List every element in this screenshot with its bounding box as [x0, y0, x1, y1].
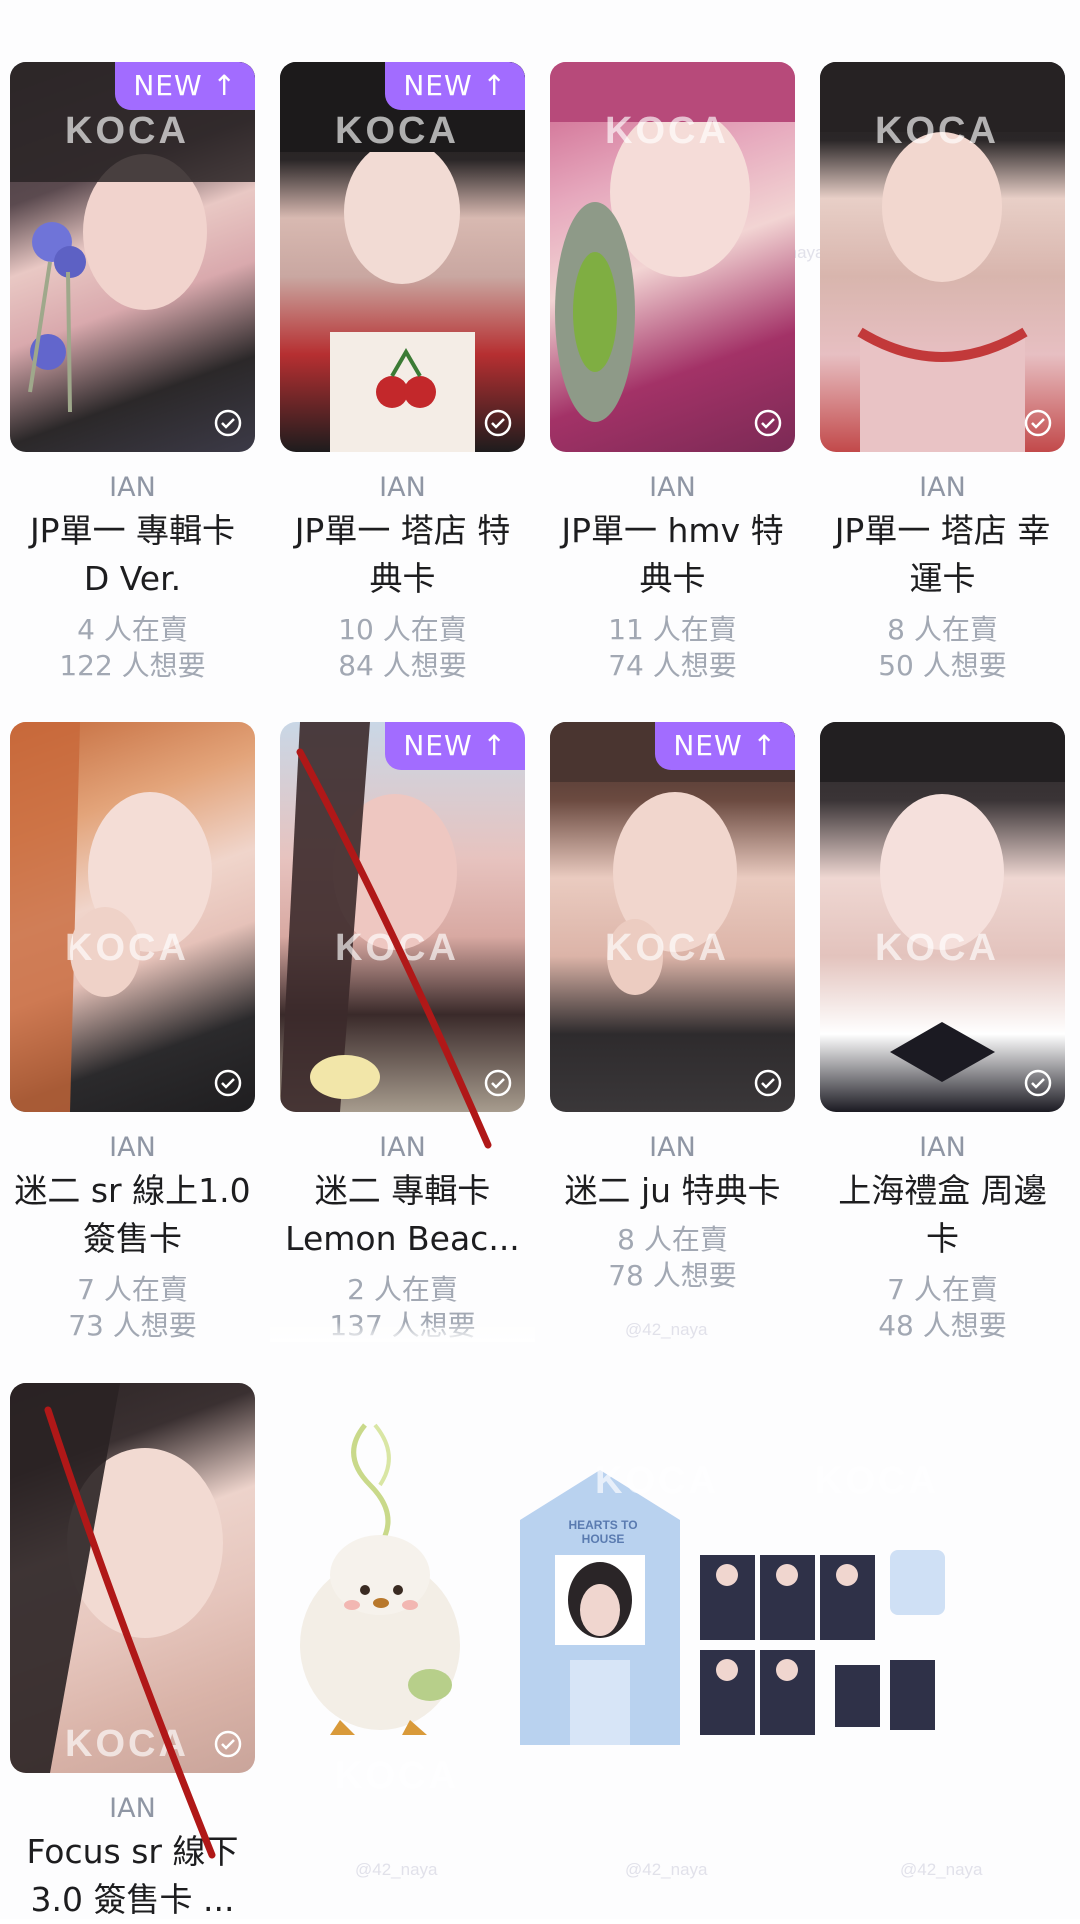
photocard-image[interactable]: KOCA — [10, 1383, 255, 1773]
sellers-count: 10 人在賣 — [338, 613, 467, 646]
wants-count: 122 人想要 — [59, 649, 206, 682]
check-circle-icon[interactable] — [753, 1068, 783, 1098]
photocard-image[interactable]: NEW ↑ KOCA — [550, 722, 795, 1112]
new-badge: NEW ↑ — [655, 722, 795, 770]
sellers-count: 11 人在賣 — [608, 613, 737, 646]
photocard-image[interactable]: KOCA — [10, 722, 255, 1112]
wants-count: 78 人想要 — [608, 1259, 737, 1292]
new-badge: NEW ↑ — [385, 62, 525, 110]
new-badge: NEW ↑ — [385, 722, 525, 770]
photocard-image[interactable]: NEW ↑ KOCA — [280, 62, 525, 452]
photocard-image[interactable]: KOCA — [820, 62, 1065, 452]
item-title: Focus sr 線下 — [26, 1832, 239, 1871]
check-circle-icon[interactable] — [483, 1068, 513, 1098]
item-title-line2: 3.0 簽售卡 ... — [30, 1880, 235, 1919]
item-title: 迷二 ju 特典卡 — [564, 1171, 781, 1210]
new-badge: NEW ↑ — [115, 62, 255, 110]
watermark-handle: @42_naya — [900, 1860, 983, 1879]
watermark-logo: KOCA — [335, 1755, 459, 1797]
artist-name: IAN — [379, 472, 426, 503]
watermark-handle: @42_naya — [355, 1860, 438, 1879]
artist-name: IAN — [919, 1132, 966, 1163]
item-title-line2: 運卡 — [909, 559, 976, 598]
wants-count: 73 人想要 — [68, 1309, 197, 1342]
item-title: 迷二 專輯卡 — [314, 1171, 491, 1210]
item-title: JP單一 hmv 特 — [561, 511, 784, 550]
wants-count: 74 人想要 — [608, 649, 737, 682]
wants-count: 50 人想要 — [878, 649, 1007, 682]
item-title: 迷二 sr 線上1.0 — [14, 1171, 251, 1210]
item-title: 上海禮盒 周邊 — [838, 1171, 1047, 1210]
check-circle-icon[interactable] — [483, 408, 513, 438]
item-title: JP單一 專輯卡 — [29, 511, 236, 550]
house-gift-box-image[interactable]: HEARTS TO HOUSE KOCA KOCA — [515, 1460, 1025, 1750]
photocard-image[interactable]: KOCA — [550, 62, 795, 452]
artist-name: IAN — [649, 472, 696, 503]
check-circle-icon[interactable] — [753, 408, 783, 438]
sellers-count: 8 人在賣 — [617, 1223, 728, 1256]
watermark-handle: @42_naya — [625, 1860, 708, 1879]
item-title-line2: 卡 — [926, 1219, 959, 1258]
artist-name: IAN — [379, 1132, 426, 1163]
artist-name: IAN — [109, 1132, 156, 1163]
wants-count: 48 人想要 — [878, 1309, 1007, 1342]
check-circle-icon[interactable] — [213, 408, 243, 438]
text-fade — [270, 1322, 535, 1342]
check-circle-icon[interactable] — [213, 1729, 243, 1759]
item-title-line2: 典卡 — [369, 559, 436, 598]
artist-name: IAN — [649, 1132, 696, 1163]
photocard-grid-page: @42_naya @42_naya @42_naya @42_naya @42_… — [0, 0, 1080, 1919]
item-title-line2: D Ver. — [83, 559, 182, 598]
wants-count: 84 人想要 — [338, 649, 467, 682]
photocard-image[interactable]: NEW ↑ KOCA — [10, 62, 255, 452]
house-sign-text: HEARTS TO HOUSE — [568, 1518, 638, 1546]
item-title: JP單一 塔店 幸 — [834, 511, 1051, 550]
photocard-image[interactable]: NEW ↑ KOCA — [280, 722, 525, 1112]
sellers-count: 4 人在賣 — [77, 613, 188, 646]
check-circle-icon[interactable] — [1023, 408, 1053, 438]
sellers-count: 7 人在賣 — [887, 1273, 998, 1306]
sellers-count: 8 人在賣 — [887, 613, 998, 646]
sellers-count: 7 人在賣 — [77, 1273, 188, 1306]
watermark-handle: @42_naya — [625, 1320, 708, 1339]
check-circle-icon[interactable] — [1023, 1068, 1053, 1098]
item-title-line2: 典卡 — [639, 559, 706, 598]
artist-name: IAN — [109, 1793, 156, 1824]
item-title-line2: 簽售卡 — [83, 1219, 182, 1258]
item-title: JP單一 塔店 特 — [294, 511, 511, 550]
check-circle-icon[interactable] — [213, 1068, 243, 1098]
plush-keyring-image[interactable]: KOCA — [280, 1415, 530, 1797]
artist-name: IAN — [919, 472, 966, 503]
item-title-line2: Lemon Beac... — [285, 1219, 520, 1258]
sellers-count: 2 人在賣 — [347, 1273, 458, 1306]
artist-name: IAN — [109, 472, 156, 503]
photocard-image[interactable]: KOCA — [820, 722, 1065, 1112]
